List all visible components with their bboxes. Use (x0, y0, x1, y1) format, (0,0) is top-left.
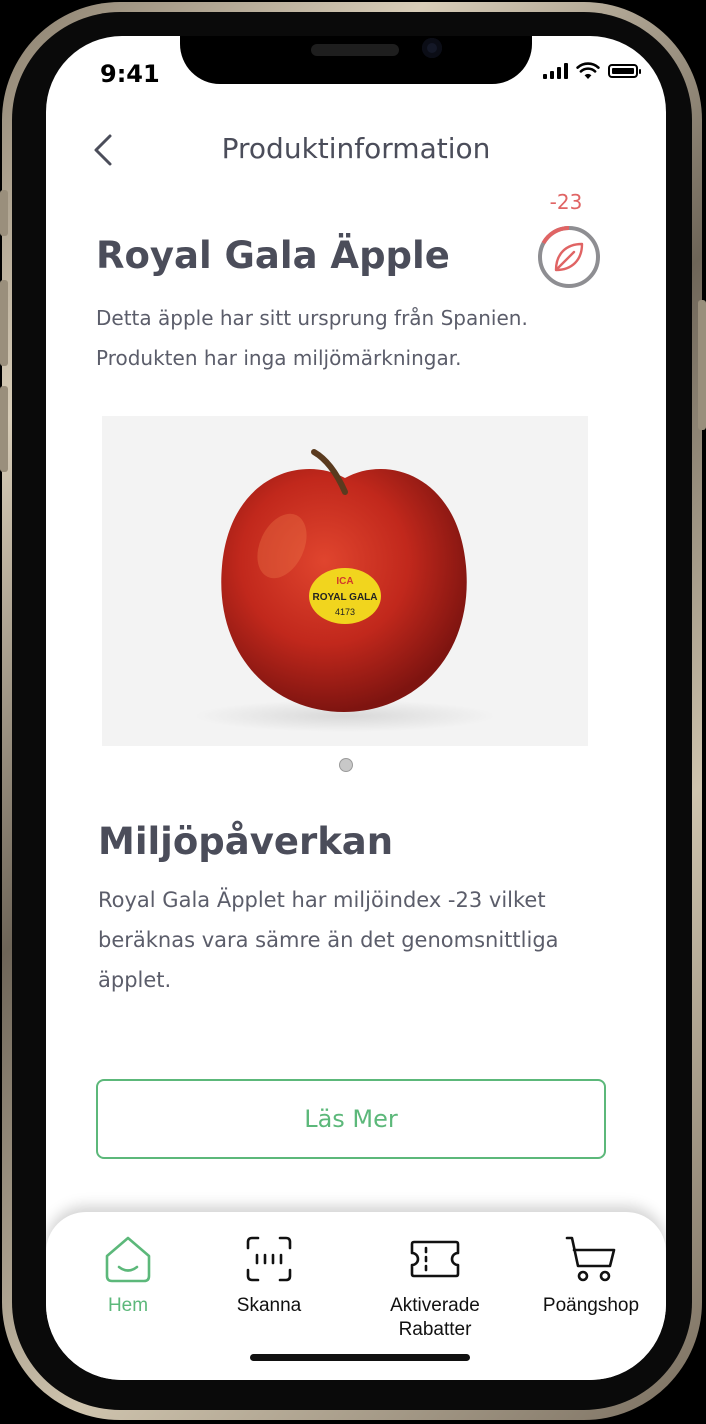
tab-shop-label: Poängshop (542, 1295, 640, 1316)
ticket-icon (410, 1240, 460, 1278)
tab-home-label: Hem (107, 1295, 149, 1316)
camera (422, 38, 442, 58)
tab-scan[interactable]: Skanna (224, 1234, 314, 1318)
app-screen: 9:41 Produktinformation -23 Royal Gala Ä… (46, 36, 666, 1380)
apple-sticker: ICA ROYAL GALA 4173 (309, 568, 381, 624)
wifi-icon (576, 62, 600, 79)
side-button (0, 386, 8, 472)
side-button (698, 300, 706, 430)
cellular-signal-icon (543, 63, 568, 79)
tab-scan-label: Skanna (236, 1295, 302, 1316)
scan-icon (246, 1236, 292, 1282)
product-description: Detta äpple har sitt ursprung från Spani… (96, 306, 528, 370)
tab-home[interactable]: Hem (86, 1234, 170, 1318)
home-indicator[interactable] (250, 1354, 470, 1361)
battery-icon (608, 64, 641, 78)
page-title: Produktinformation (221, 132, 491, 165)
svg-text:ROYAL GALA: ROYAL GALA (312, 592, 377, 603)
apple-image: ICA ROYAL GALA 4173 (102, 416, 588, 746)
status-icons (543, 62, 641, 80)
side-button (0, 280, 8, 366)
section-title: Miljöpåverkan (98, 820, 394, 863)
svg-text:ICA: ICA (336, 576, 353, 587)
side-button (0, 190, 8, 236)
product-title: Royal Gala Äpple (96, 234, 450, 277)
product-image[interactable]: ICA ROYAL GALA 4173 (102, 416, 588, 746)
notch (180, 36, 532, 84)
eco-score-value: -23 (549, 190, 583, 214)
svg-text:4173: 4173 (335, 607, 355, 617)
home-icon (105, 1236, 151, 1283)
status-time: 9:41 (100, 60, 160, 88)
tab-rebates[interactable]: Aktiverade Rabatter (376, 1234, 494, 1342)
read-more-button[interactable]: Läs Mer (96, 1079, 606, 1159)
eco-score-badge[interactable] (536, 224, 602, 290)
tab-shop[interactable]: Poängshop (536, 1234, 646, 1318)
tab-rebates-label-1: Aktiverade (390, 1295, 480, 1316)
tab-rebates-label-2: Rabatter (398, 1319, 472, 1340)
section-body: Royal Gala Äpplet har miljöindex -23 vil… (98, 888, 559, 992)
leaf-icon (554, 242, 584, 272)
carousel-dot[interactable] (339, 758, 353, 772)
speaker (311, 44, 399, 56)
cart-icon (565, 1236, 616, 1282)
